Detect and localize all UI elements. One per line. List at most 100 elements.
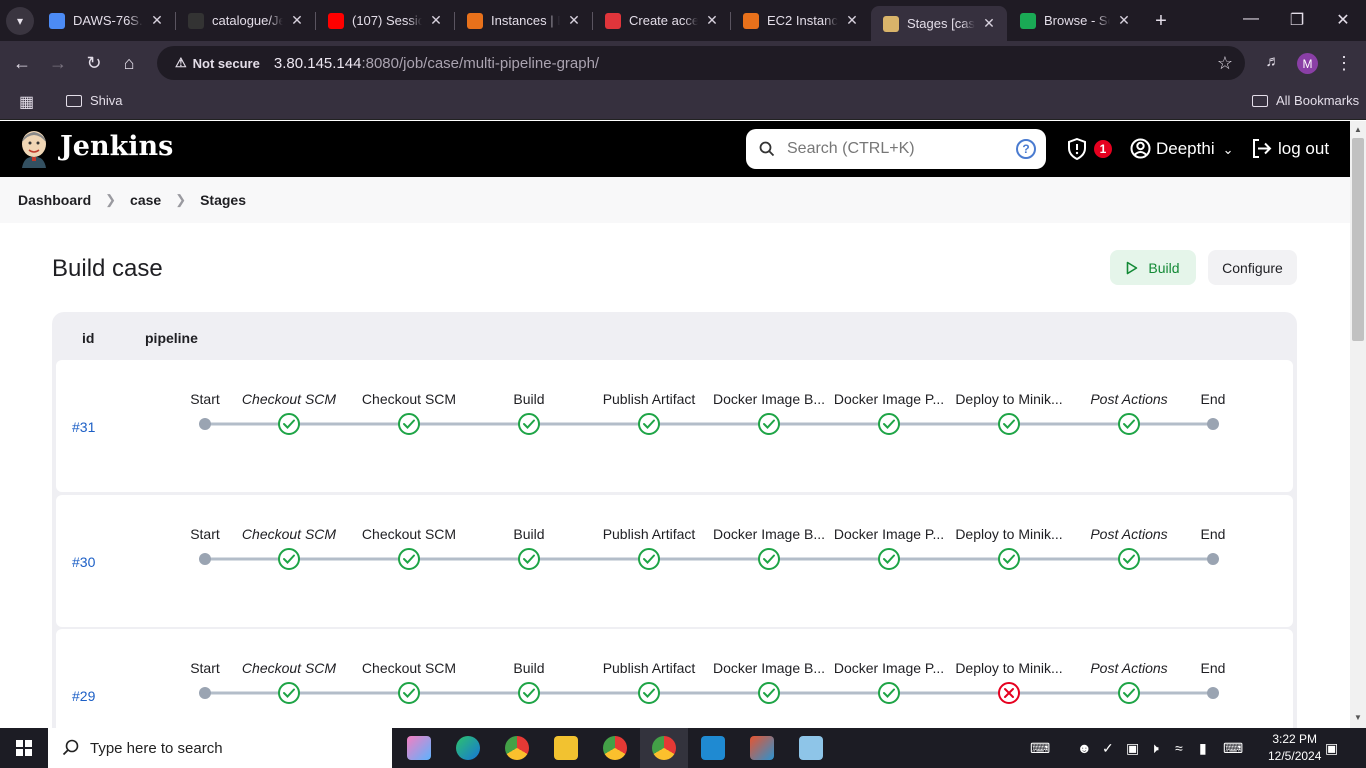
user-menu[interactable]: Deepthi ⌄ <box>1156 139 1234 159</box>
success-check-icon[interactable] <box>758 682 780 704</box>
success-check-icon[interactable] <box>638 682 660 704</box>
copilot-icon[interactable] <box>407 736 431 760</box>
home-button[interactable]: ⌂ <box>118 53 140 74</box>
system-clock[interactable]: 3:22 PM 12/5/2024 <box>1268 731 1321 765</box>
success-check-icon[interactable] <box>1118 682 1140 704</box>
windows-start-icon[interactable] <box>16 740 32 756</box>
success-check-icon[interactable] <box>398 682 420 704</box>
success-check-icon[interactable] <box>878 682 900 704</box>
breadcrumb-stages[interactable]: Stages <box>200 192 246 208</box>
breadcrumb-dashboard[interactable]: Dashboard <box>18 192 91 208</box>
browser-tab[interactable]: DAWS-76S.docx ✕ <box>37 6 175 35</box>
vscode-icon[interactable] <box>701 736 725 760</box>
success-check-icon[interactable] <box>998 413 1020 435</box>
success-check-icon[interactable] <box>998 548 1020 570</box>
display-icon[interactable]: ▣ <box>1126 740 1139 757</box>
success-check-icon[interactable] <box>278 682 300 704</box>
forward-button[interactable]: → <box>47 53 69 74</box>
build-button[interactable]: Build <box>1110 250 1196 285</box>
success-check-icon[interactable] <box>278 413 300 435</box>
browser-tab[interactable]: Stages [case] ✕ <box>871 6 1007 41</box>
browser-tab[interactable]: Browse - Sonatype ✕ <box>1008 6 1142 35</box>
scroll-down-arrow[interactable]: ▼ <box>1354 713 1362 722</box>
success-check-icon[interactable] <box>638 548 660 570</box>
profile-avatar[interactable]: M <box>1297 53 1318 74</box>
success-check-icon[interactable] <box>398 413 420 435</box>
taskbar-search[interactable]: Type here to search <box>48 728 392 768</box>
success-check-icon[interactable] <box>1118 413 1140 435</box>
logout-link[interactable]: log out <box>1278 139 1329 159</box>
file-explorer-icon[interactable] <box>554 736 578 760</box>
close-tab-icon[interactable]: ✕ <box>1116 12 1132 29</box>
minimize-button[interactable]: — <box>1236 10 1266 28</box>
close-tab-icon[interactable]: ✕ <box>149 12 165 29</box>
bookmark-folder-shiva[interactable]: Shiva <box>66 93 123 108</box>
scrollbar-thumb[interactable] <box>1352 138 1364 341</box>
edge-icon[interactable] <box>456 736 480 760</box>
help-icon[interactable]: ? <box>1016 139 1036 159</box>
address-bar[interactable]: ⚠ Not secure 3.80.145.144:8080/job/case/m… <box>157 46 1245 80</box>
git-gui-icon[interactable] <box>750 736 774 760</box>
security-badge[interactable]: 1 <box>1094 140 1112 158</box>
failed-cross-icon[interactable] <box>998 682 1020 704</box>
maximize-button[interactable]: ❐ <box>1282 10 1312 30</box>
all-bookmarks-button[interactable]: All Bookmarks <box>1252 93 1359 108</box>
success-check-icon[interactable] <box>638 413 660 435</box>
success-check-icon[interactable] <box>878 413 900 435</box>
notifications-icon[interactable]: ▣ <box>1325 740 1338 757</box>
browser-menu-icon[interactable]: ⋮ <box>1333 53 1355 74</box>
bookmark-star-icon[interactable]: ☆ <box>1217 53 1233 74</box>
browser-tab[interactable]: (107) Session ✕ <box>316 6 454 35</box>
success-check-icon[interactable] <box>878 548 900 570</box>
success-check-icon[interactable] <box>518 682 540 704</box>
jenkins-search-box[interactable]: Search (CTRL+K) ? <box>746 129 1046 169</box>
breadcrumb-case[interactable]: case <box>130 192 161 208</box>
configure-button[interactable]: Configure <box>1208 250 1297 285</box>
success-check-icon[interactable] <box>278 548 300 570</box>
apps-grid-icon[interactable]: ▦ <box>19 92 34 112</box>
chrome-profile-icon[interactable] <box>603 736 627 760</box>
success-check-icon[interactable] <box>758 413 780 435</box>
success-check-icon[interactable] <box>1118 548 1140 570</box>
success-check-icon[interactable] <box>758 548 780 570</box>
browser-tab[interactable]: catalogue/Jenkinsfile ✕ <box>176 6 315 35</box>
browser-tab[interactable]: Create access ✕ <box>593 6 730 35</box>
success-check-icon[interactable] <box>518 413 540 435</box>
back-button[interactable]: ← <box>11 53 33 74</box>
page-scrollbar[interactable]: ▲ ▼ <box>1350 121 1366 728</box>
logout-icon[interactable] <box>1251 138 1272 159</box>
close-tab-icon[interactable]: ✕ <box>289 12 305 29</box>
headset-icon[interactable]: ☻ <box>1077 740 1092 756</box>
security-chip[interactable]: ⚠ Not secure <box>167 50 268 76</box>
close-tab-icon[interactable]: ✕ <box>704 12 720 29</box>
pipeline-endpoint-node[interactable] <box>1207 553 1219 565</box>
success-check-icon[interactable] <box>518 548 540 570</box>
keyboard-layout-icon[interactable]: ⌨ <box>1030 740 1050 757</box>
scroll-up-arrow[interactable]: ▲ <box>1354 125 1362 134</box>
close-window-button[interactable]: ✕ <box>1328 10 1358 30</box>
shield-icon[interactable] <box>1067 138 1087 160</box>
wifi-icon[interactable]: ≈ <box>1175 740 1183 756</box>
media-control-icon[interactable]: ♬ <box>1262 53 1284 70</box>
pipeline-endpoint-node[interactable] <box>199 418 211 430</box>
tab-search-button[interactable]: ▾ <box>6 6 34 35</box>
jenkins-logo-icon[interactable] <box>18 130 50 168</box>
browser-tab[interactable]: Instances | EC2 ✕ <box>455 6 592 35</box>
notepad-icon[interactable] <box>799 736 823 760</box>
pipeline-endpoint-node[interactable] <box>1207 418 1219 430</box>
battery-icon[interactable]: ▮ <box>1199 740 1207 757</box>
new-tab-button[interactable]: + <box>1150 10 1172 33</box>
reload-button[interactable]: ↻ <box>83 53 105 74</box>
success-check-icon[interactable] <box>398 548 420 570</box>
volume-icon[interactable]: 🕨 <box>1150 740 1159 757</box>
pipeline-endpoint-node[interactable] <box>199 553 211 565</box>
jenkins-brand[interactable]: Jenkins <box>60 131 173 162</box>
close-tab-icon[interactable]: ✕ <box>844 12 860 29</box>
close-tab-icon[interactable]: ✕ <box>566 12 582 29</box>
touch-keyboard-icon[interactable]: ⌨ <box>1223 740 1243 757</box>
pipeline-endpoint-node[interactable] <box>1207 687 1219 699</box>
browser-tab[interactable]: EC2 Instance ✕ <box>731 6 870 35</box>
security-tray-icon[interactable]: ✓ <box>1102 740 1114 757</box>
close-tab-icon[interactable]: ✕ <box>428 12 444 29</box>
close-tab-icon[interactable]: ✕ <box>981 15 997 32</box>
